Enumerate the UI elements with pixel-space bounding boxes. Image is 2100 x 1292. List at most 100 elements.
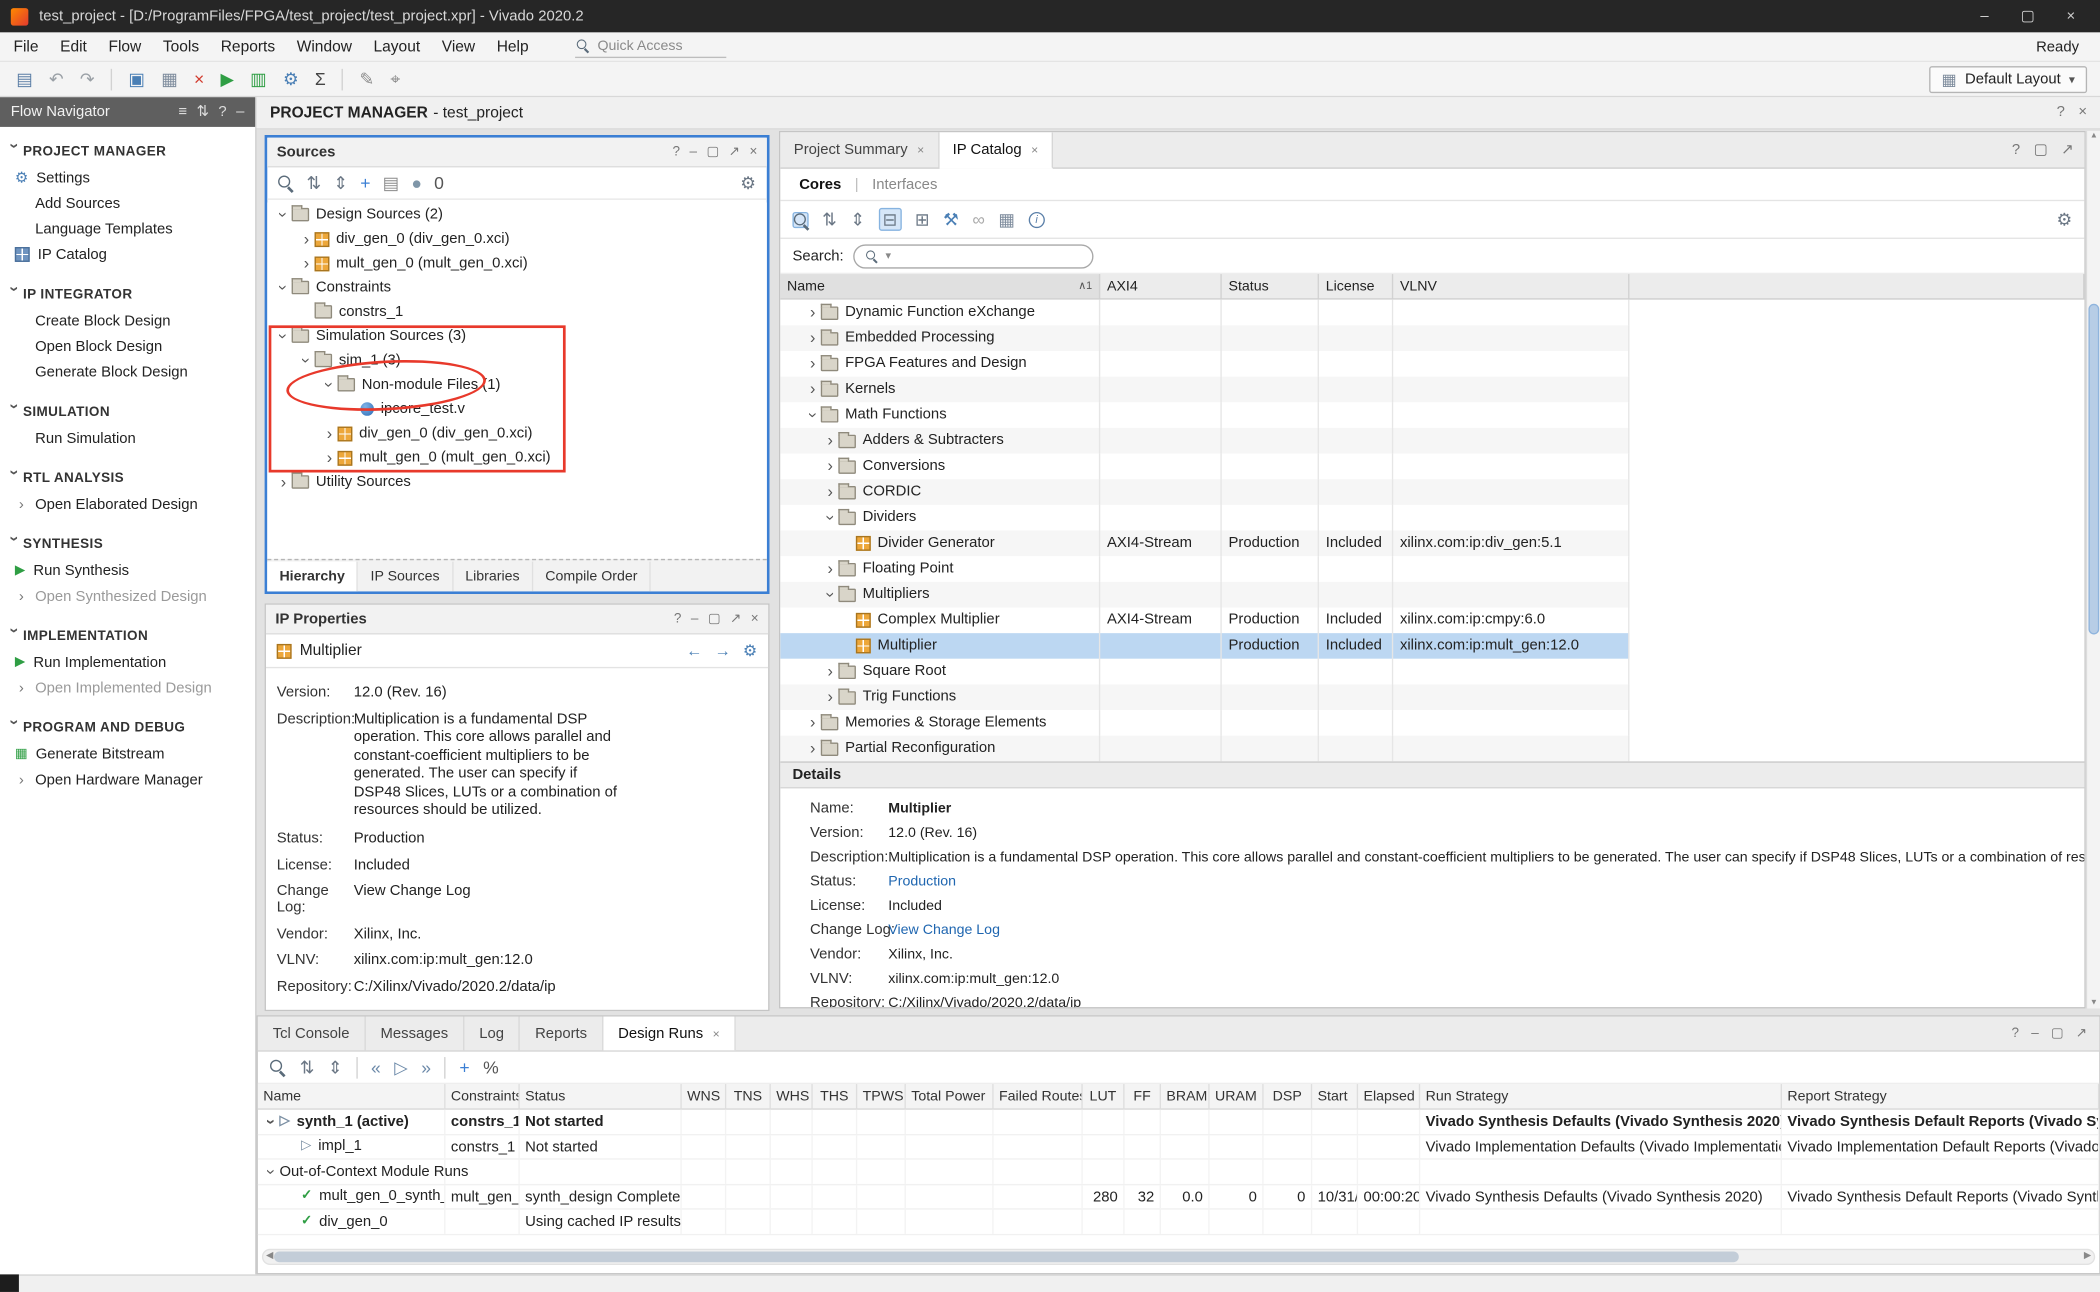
design-run-row-mult-gen-0-synth-1[interactable]: ✓ mult_gen_0_synth_1 mult_gen_0 synth_de… (258, 1185, 2099, 1210)
play-icon[interactable]: ▷ (394, 1058, 408, 1076)
column-header-status[interactable]: Status (1222, 274, 1319, 298)
collapse-all-icon[interactable]: ⇅ (300, 1058, 315, 1076)
sidebar-item-language-templates[interactable]: Language Templates (0, 216, 255, 242)
menu-window[interactable]: Window (297, 38, 352, 54)
help-icon[interactable]: ? (2012, 141, 2020, 159)
close-icon[interactable]: × (751, 610, 759, 628)
scrollbar-thumb[interactable] (2088, 304, 2099, 635)
source-node-utility-sources[interactable]: › Utility Sources (267, 470, 766, 494)
expand-icon[interactable]: ↗ (2061, 141, 2073, 159)
expander-icon[interactable]: › (805, 300, 821, 326)
tab-project-summary[interactable]: Project Summary × (780, 132, 939, 167)
expander-icon[interactable]: › (274, 207, 293, 223)
source-node-mult-gen-0-mult-gen-0-xci[interactable]: › mult_gen_0 (mult_gen_0.xci) (267, 446, 766, 470)
column-header-start[interactable]: Start (1312, 1084, 1358, 1108)
source-node-sim-1-3[interactable]: › sim_1 (3) (267, 348, 766, 372)
column-header-vlnv[interactable]: VLNV (1393, 274, 1629, 298)
sidebar-item-open-elaborated-design[interactable]: ›Open Elaborated Design (0, 491, 255, 517)
expand-icon[interactable]: ↗ (2076, 1025, 2087, 1043)
add-run-icon[interactable]: + (459, 1058, 469, 1076)
step-back-icon[interactable]: « (371, 1058, 381, 1076)
close-icon[interactable]: × (2078, 104, 2087, 122)
column-header-ths[interactable]: THS (813, 1084, 858, 1108)
cancel-icon[interactable]: × (194, 70, 204, 88)
column-header-total-power[interactable]: Total Power (906, 1084, 994, 1108)
tab-design-runs[interactable]: Design Runs × (603, 1017, 736, 1051)
float-icon[interactable]: ▢ (708, 610, 721, 628)
close-icon[interactable]: × (1031, 143, 1038, 157)
expand-all-icon[interactable]: ⇕ (333, 174, 348, 192)
sidebar-item-ip-catalog[interactable]: IP Catalog (0, 242, 255, 268)
column-header-tpws[interactable]: TPWS (857, 1084, 906, 1108)
expander-icon[interactable]: › (822, 428, 838, 454)
expander-icon[interactable]: › (805, 351, 821, 377)
catalog-row-adders-subtracters[interactable]: › Adders & Subtracters (780, 428, 1629, 454)
reports-icon[interactable]: ▥ (250, 70, 267, 88)
collapse-all-icon[interactable]: ⇅ (306, 174, 321, 192)
float-icon[interactable]: ▢ (2051, 1025, 2064, 1043)
help-icon[interactable]: ? (218, 103, 226, 121)
catalog-row-complex-multiplier[interactable]: Complex Multiplier AXI4-Stream Productio… (780, 608, 1629, 634)
column-header-license[interactable]: License (1319, 274, 1393, 298)
undo-icon[interactable]: ↶ (49, 70, 64, 88)
column-header-whs[interactable]: WHS (771, 1084, 813, 1108)
sidebar-item-open-implemented-design[interactable]: ›Open Implemented Design (0, 675, 255, 701)
source-node-constrs-1[interactable]: constrs_1 (267, 300, 766, 324)
column-header-ff[interactable]: FF (1125, 1084, 1161, 1108)
expander-icon[interactable]: › (298, 230, 314, 249)
probe-icon[interactable]: ⌖ (390, 70, 400, 88)
expander-icon[interactable]: › (298, 254, 314, 273)
quick-access-search[interactable]: Quick Access (575, 35, 726, 58)
collapse-all-icon[interactable]: ⇅ (822, 211, 837, 229)
sum-icon[interactable]: Σ (315, 70, 326, 88)
help-icon[interactable]: ? (673, 143, 681, 161)
redo-icon[interactable]: ↷ (80, 70, 95, 88)
chevron-down-icon[interactable]: › (5, 470, 24, 486)
collapse-icon[interactable]: – (236, 103, 244, 121)
menu-flow[interactable]: Flow (108, 38, 141, 54)
sources-tab-hierarchy[interactable]: Hierarchy (267, 562, 358, 592)
tab-tcl-console[interactable]: Tcl Console (258, 1017, 366, 1051)
minimize-button[interactable]: – (1966, 3, 2004, 30)
sidebar-section-simulation[interactable]: ›SIMULATION (0, 398, 255, 425)
expander-icon[interactable]: › (321, 448, 337, 467)
catalog-row-dividers[interactable]: › Dividers (780, 505, 1629, 531)
chevron-right-icon[interactable]: › (19, 680, 24, 696)
close-button[interactable]: × (2052, 3, 2090, 30)
menu-help[interactable]: Help (497, 38, 529, 54)
run-icon[interactable]: ▶ (220, 70, 234, 88)
expander-icon[interactable]: › (805, 736, 821, 762)
column-header-lut[interactable]: LUT (1083, 1084, 1125, 1108)
percent-icon[interactable]: % (483, 1058, 499, 1076)
sidebar-item-open-hardware-manager[interactable]: ›Open Hardware Manager (0, 767, 255, 793)
settings-gear-icon[interactable]: ⚙ (740, 174, 756, 192)
column-header-run-strategy[interactable]: Run Strategy (1420, 1084, 1782, 1108)
design-run-row-synth-1-active[interactable]: › ▷ synth_1 (active) constrs_1 Not start… (258, 1110, 2099, 1135)
sidebar-item-add-sources[interactable]: Add Sources (0, 190, 255, 216)
expander-icon[interactable]: › (805, 377, 821, 403)
column-header-dsp[interactable]: DSP (1264, 1084, 1313, 1108)
horizontal-scrollbar[interactable]: ◀ ▶ (262, 1249, 2095, 1265)
tab-log[interactable]: Log (464, 1017, 520, 1051)
sources-tab-compile-order[interactable]: Compile Order (533, 562, 651, 592)
expander-icon[interactable]: › (259, 1163, 283, 1179)
expander-icon[interactable]: › (320, 377, 339, 393)
table-icon[interactable]: ▦ (998, 211, 1015, 229)
sources-tab-libraries[interactable]: Libraries (453, 562, 533, 592)
float-icon[interactable]: ▢ (706, 143, 719, 161)
save-icon[interactable]: ▤ (16, 70, 33, 88)
sources-panel-header[interactable]: Sources ?–▢↗× (267, 138, 766, 168)
column-header-constraints[interactable]: Constraints (446, 1084, 520, 1108)
expander-icon[interactable]: › (805, 325, 821, 351)
design-run-row-div-gen-0[interactable]: ✓ div_gen_0 Using cached IP results (258, 1210, 2099, 1235)
settings-gear-icon[interactable]: ⚙ (743, 642, 758, 660)
scroll-up-icon[interactable]: ▲ (2087, 132, 2100, 140)
source-node-div-gen-0-div-gen-0-xci[interactable]: › div_gen_0 (div_gen_0.xci) (267, 227, 766, 251)
catalog-row-cordic[interactable]: › CORDIC (780, 479, 1629, 505)
chevron-right-icon[interactable]: › (19, 496, 24, 512)
settings-gear-icon[interactable]: ⚙ (283, 70, 299, 88)
info-icon[interactable]: i (1029, 211, 1045, 227)
sidebar-item-generate-bitstream[interactable]: ▦Generate Bitstream (0, 741, 255, 767)
chevron-down-icon[interactable]: › (5, 286, 24, 302)
settings-gear-icon[interactable]: ⚙ (2057, 211, 2073, 229)
